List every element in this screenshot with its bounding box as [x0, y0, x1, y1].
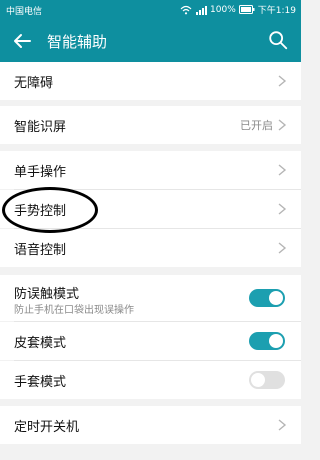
time-label: 下午1:19 [257, 6, 296, 16]
chevron-right-icon [278, 164, 287, 176]
setting-label: 定时开关机 [14, 419, 80, 435]
page-title: 智能辅助 [47, 33, 108, 51]
setting-status-value: 已开启 [240, 119, 273, 132]
search-icon[interactable] [267, 29, 289, 51]
chevron-right-icon [278, 242, 287, 254]
status-bar: 中国电信 100% 下午1:19 [0, 0, 301, 20]
chevron-right-icon [278, 419, 287, 431]
setting-label: 防误触模式 [14, 287, 80, 302]
chevron-right-icon [278, 75, 287, 87]
setting-description: 防止手机在口袋出现误操作 [14, 305, 134, 316]
setting-row-scheduled-power[interactable]: 定时开关机 [0, 406, 301, 444]
status-icons: 100% 下午1:19 [180, 3, 296, 16]
setting-label: 语音控制 [14, 242, 67, 258]
back-arrow-icon[interactable] [10, 29, 34, 53]
cover-mode-toggle[interactable] [249, 332, 285, 350]
toggle-knob [269, 334, 283, 348]
wifi-icon [180, 5, 192, 14]
setting-row-voice[interactable]: 语音控制 [0, 229, 301, 267]
anti-touch-toggle[interactable] [249, 289, 285, 307]
setting-label: 智能识屏 [14, 119, 67, 135]
glove-mode-toggle[interactable] [249, 371, 285, 389]
setting-label: 无障碍 [14, 75, 54, 91]
toggle-knob [251, 373, 265, 387]
setting-row-glove-mode[interactable]: 手套模式 [0, 361, 301, 399]
highlight-ellipse-annotation [2, 187, 98, 233]
setting-row-one-hand[interactable]: 单手操作 [0, 151, 301, 189]
setting-label: 单手操作 [14, 164, 67, 180]
setting-label: 手套模式 [14, 374, 67, 390]
chevron-right-icon [278, 203, 287, 215]
chevron-right-icon [278, 119, 287, 131]
setting-label: 皮套模式 [14, 335, 67, 351]
setting-row-cover-mode[interactable]: 皮套模式 [0, 322, 301, 360]
setting-row-smart-screen[interactable]: 智能识屏 已开启 [0, 106, 301, 144]
setting-row-anti-touch[interactable]: 防误触模式 防止手机在口袋出现误操作 [0, 275, 301, 321]
app-bar: 智能辅助 [0, 20, 301, 62]
setting-row-accessibility[interactable]: 无障碍 [0, 62, 301, 100]
signal-icon [196, 5, 208, 15]
toggle-knob [269, 291, 283, 305]
carrier-label: 中国电信 [6, 7, 43, 17]
battery-percent: 100% [210, 4, 236, 15]
battery-icon [238, 5, 255, 14]
